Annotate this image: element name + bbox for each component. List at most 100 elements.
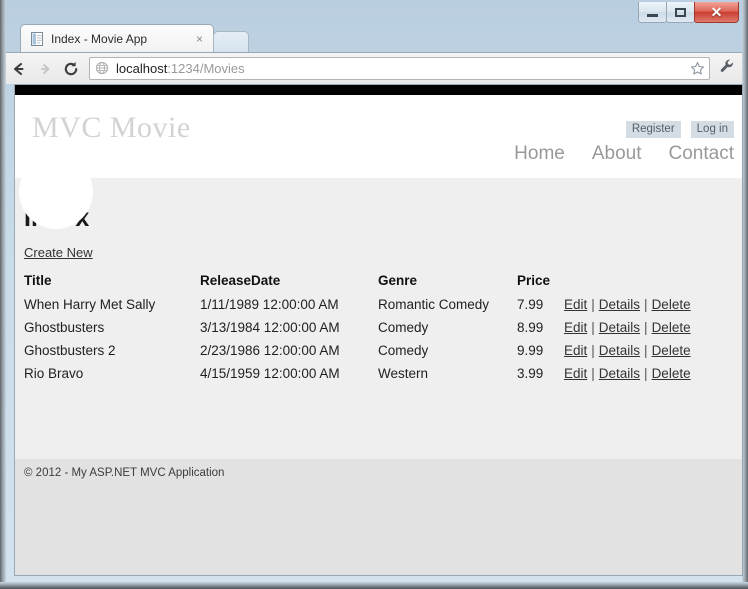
cell-genre: Western — [378, 366, 429, 381]
cell-price: 3.99 — [517, 366, 544, 381]
details-link[interactable]: Details — [599, 343, 640, 358]
auth-links: Register Log in — [625, 121, 734, 138]
edit-link[interactable]: Edit — [564, 320, 587, 335]
main-navigation: Home About Contact — [514, 143, 734, 165]
maximize-icon — [675, 7, 686, 17]
column-header-actions — [564, 273, 714, 295]
back-arrow-icon — [10, 60, 28, 78]
chrome-menu-button[interactable] — [714, 56, 740, 82]
table-row: Ghostbusters 3/13/1984 12:00:00 AM Comed… — [24, 318, 714, 341]
window-border-left — [0, 0, 6, 589]
cell-releasedate: 2/23/1986 12:00:00 AM — [200, 343, 340, 358]
edit-link[interactable]: Edit — [564, 343, 587, 358]
cell-releasedate: 1/11/1989 12:00:00 AM — [200, 297, 339, 312]
cell-releasedate: 4/15/1959 12:00:00 AM — [200, 366, 340, 381]
action-separator: | — [644, 343, 648, 358]
url-path: :1234/Movies — [167, 61, 245, 76]
details-link[interactable]: Details — [599, 366, 640, 381]
cell-title: Ghostbusters — [24, 320, 105, 335]
column-header-releasedate: ReleaseDate — [200, 273, 281, 288]
column-header-genre: Genre — [378, 273, 418, 288]
back-button[interactable] — [6, 56, 32, 82]
cell-actions: Edit | Details | Delete — [564, 318, 714, 341]
window-border-bottom — [0, 582, 748, 589]
footer-copyright: © 2012 - My ASP.NET MVC Application — [24, 467, 225, 479]
action-separator: | — [644, 366, 648, 381]
browser-tab[interactable]: Index - Movie App × — [20, 24, 214, 52]
minimize-button[interactable] — [638, 2, 667, 23]
new-tab-button[interactable] — [213, 31, 249, 52]
delete-link[interactable]: Delete — [652, 366, 691, 381]
site-header: MVC Movie Register Log in Home About Con… — [15, 95, 742, 229]
address-bar[interactable]: localhost:1234/Movies — [89, 57, 710, 80]
movies-table: Title ReleaseDate Genre Price When Harry… — [24, 273, 714, 387]
action-separator: | — [591, 366, 595, 381]
table-row: When Harry Met Sally 1/11/1989 12:00:00 … — [24, 295, 714, 318]
reload-icon — [62, 60, 80, 78]
tab-close-icon[interactable]: × — [192, 33, 207, 45]
wrench-icon — [719, 58, 736, 80]
login-link[interactable]: Log in — [690, 121, 734, 138]
tab-title: Index - Movie App — [51, 31, 148, 46]
action-separator: | — [591, 343, 595, 358]
cell-title: Rio Bravo — [24, 366, 84, 381]
action-separator: | — [591, 297, 595, 312]
browser-window: ✕ Index - Movie App × localhost:1234/Mov… — [0, 0, 748, 589]
register-link[interactable]: Register — [625, 121, 681, 138]
table-row: Ghostbusters 2 2/23/1986 12:00:00 AM Com… — [24, 341, 714, 364]
globe-icon — [95, 61, 111, 77]
page-footer: © 2012 - My ASP.NET MVC Application — [15, 459, 742, 575]
table-header-row: Title ReleaseDate Genre Price — [24, 273, 714, 295]
minimize-icon — [647, 13, 658, 17]
delete-link[interactable]: Delete — [652, 297, 691, 312]
nav-about[interactable]: About — [592, 143, 642, 165]
window-controls: ✕ — [638, 2, 739, 23]
cell-actions: Edit | Details | Delete — [564, 364, 714, 387]
page-favicon-icon — [29, 31, 45, 47]
close-icon: ✕ — [710, 4, 723, 20]
column-header-title: Title — [24, 273, 52, 288]
cell-genre: Comedy — [378, 320, 429, 335]
reload-button[interactable] — [58, 56, 84, 82]
delete-link[interactable]: Delete — [652, 320, 691, 335]
url-text: localhost:1234/Movies — [116, 61, 687, 76]
table-row: Rio Bravo 4/15/1959 12:00:00 AM Western … — [24, 364, 714, 387]
column-header-price: Price — [517, 273, 551, 288]
nav-contact[interactable]: Contact — [669, 143, 734, 165]
cell-title: When Harry Met Sally — [24, 297, 156, 312]
action-separator: | — [644, 297, 648, 312]
forward-arrow-icon — [36, 60, 54, 78]
cell-price: 7.99 — [517, 297, 544, 312]
cell-title: Ghostbusters 2 — [24, 343, 116, 358]
nav-home[interactable]: Home — [514, 143, 565, 165]
tab-strip: Index - Movie App × — [6, 24, 742, 52]
cell-genre: Romantic Comedy — [378, 297, 490, 312]
action-separator: | — [591, 320, 595, 335]
edit-link[interactable]: Edit — [564, 366, 587, 381]
close-window-button[interactable]: ✕ — [694, 2, 739, 23]
details-link[interactable]: Details — [599, 320, 640, 335]
details-link[interactable]: Details — [599, 297, 640, 312]
delete-link[interactable]: Delete — [652, 343, 691, 358]
content-body: Index Create New Title ReleaseDate Genre… — [15, 178, 742, 381]
bookmark-star-icon[interactable] — [687, 59, 707, 79]
logo-circle-decoration — [19, 155, 93, 229]
window-border-right — [742, 0, 748, 589]
forward-button[interactable] — [32, 56, 58, 82]
page-viewport: MVC Movie Register Log in Home About Con… — [15, 85, 742, 459]
create-new-link[interactable]: Create New — [24, 245, 93, 260]
title-bar[interactable]: ✕ — [6, 0, 742, 26]
cell-price: 8.99 — [517, 320, 544, 335]
site-brand[interactable]: MVC Movie — [32, 111, 191, 145]
action-separator: | — [644, 320, 648, 335]
browser-toolbar: localhost:1234/Movies — [6, 52, 742, 84]
cell-genre: Comedy — [378, 343, 429, 358]
cell-releasedate: 3/13/1984 12:00:00 AM — [200, 320, 340, 335]
edit-link[interactable]: Edit — [564, 297, 587, 312]
maximize-button[interactable] — [666, 2, 695, 23]
cell-actions: Edit | Details | Delete — [564, 295, 714, 318]
cell-price: 9.99 — [517, 343, 544, 358]
top-black-bar — [15, 85, 742, 95]
cell-actions: Edit | Details | Delete — [564, 341, 714, 364]
url-domain: localhost — [116, 61, 168, 76]
